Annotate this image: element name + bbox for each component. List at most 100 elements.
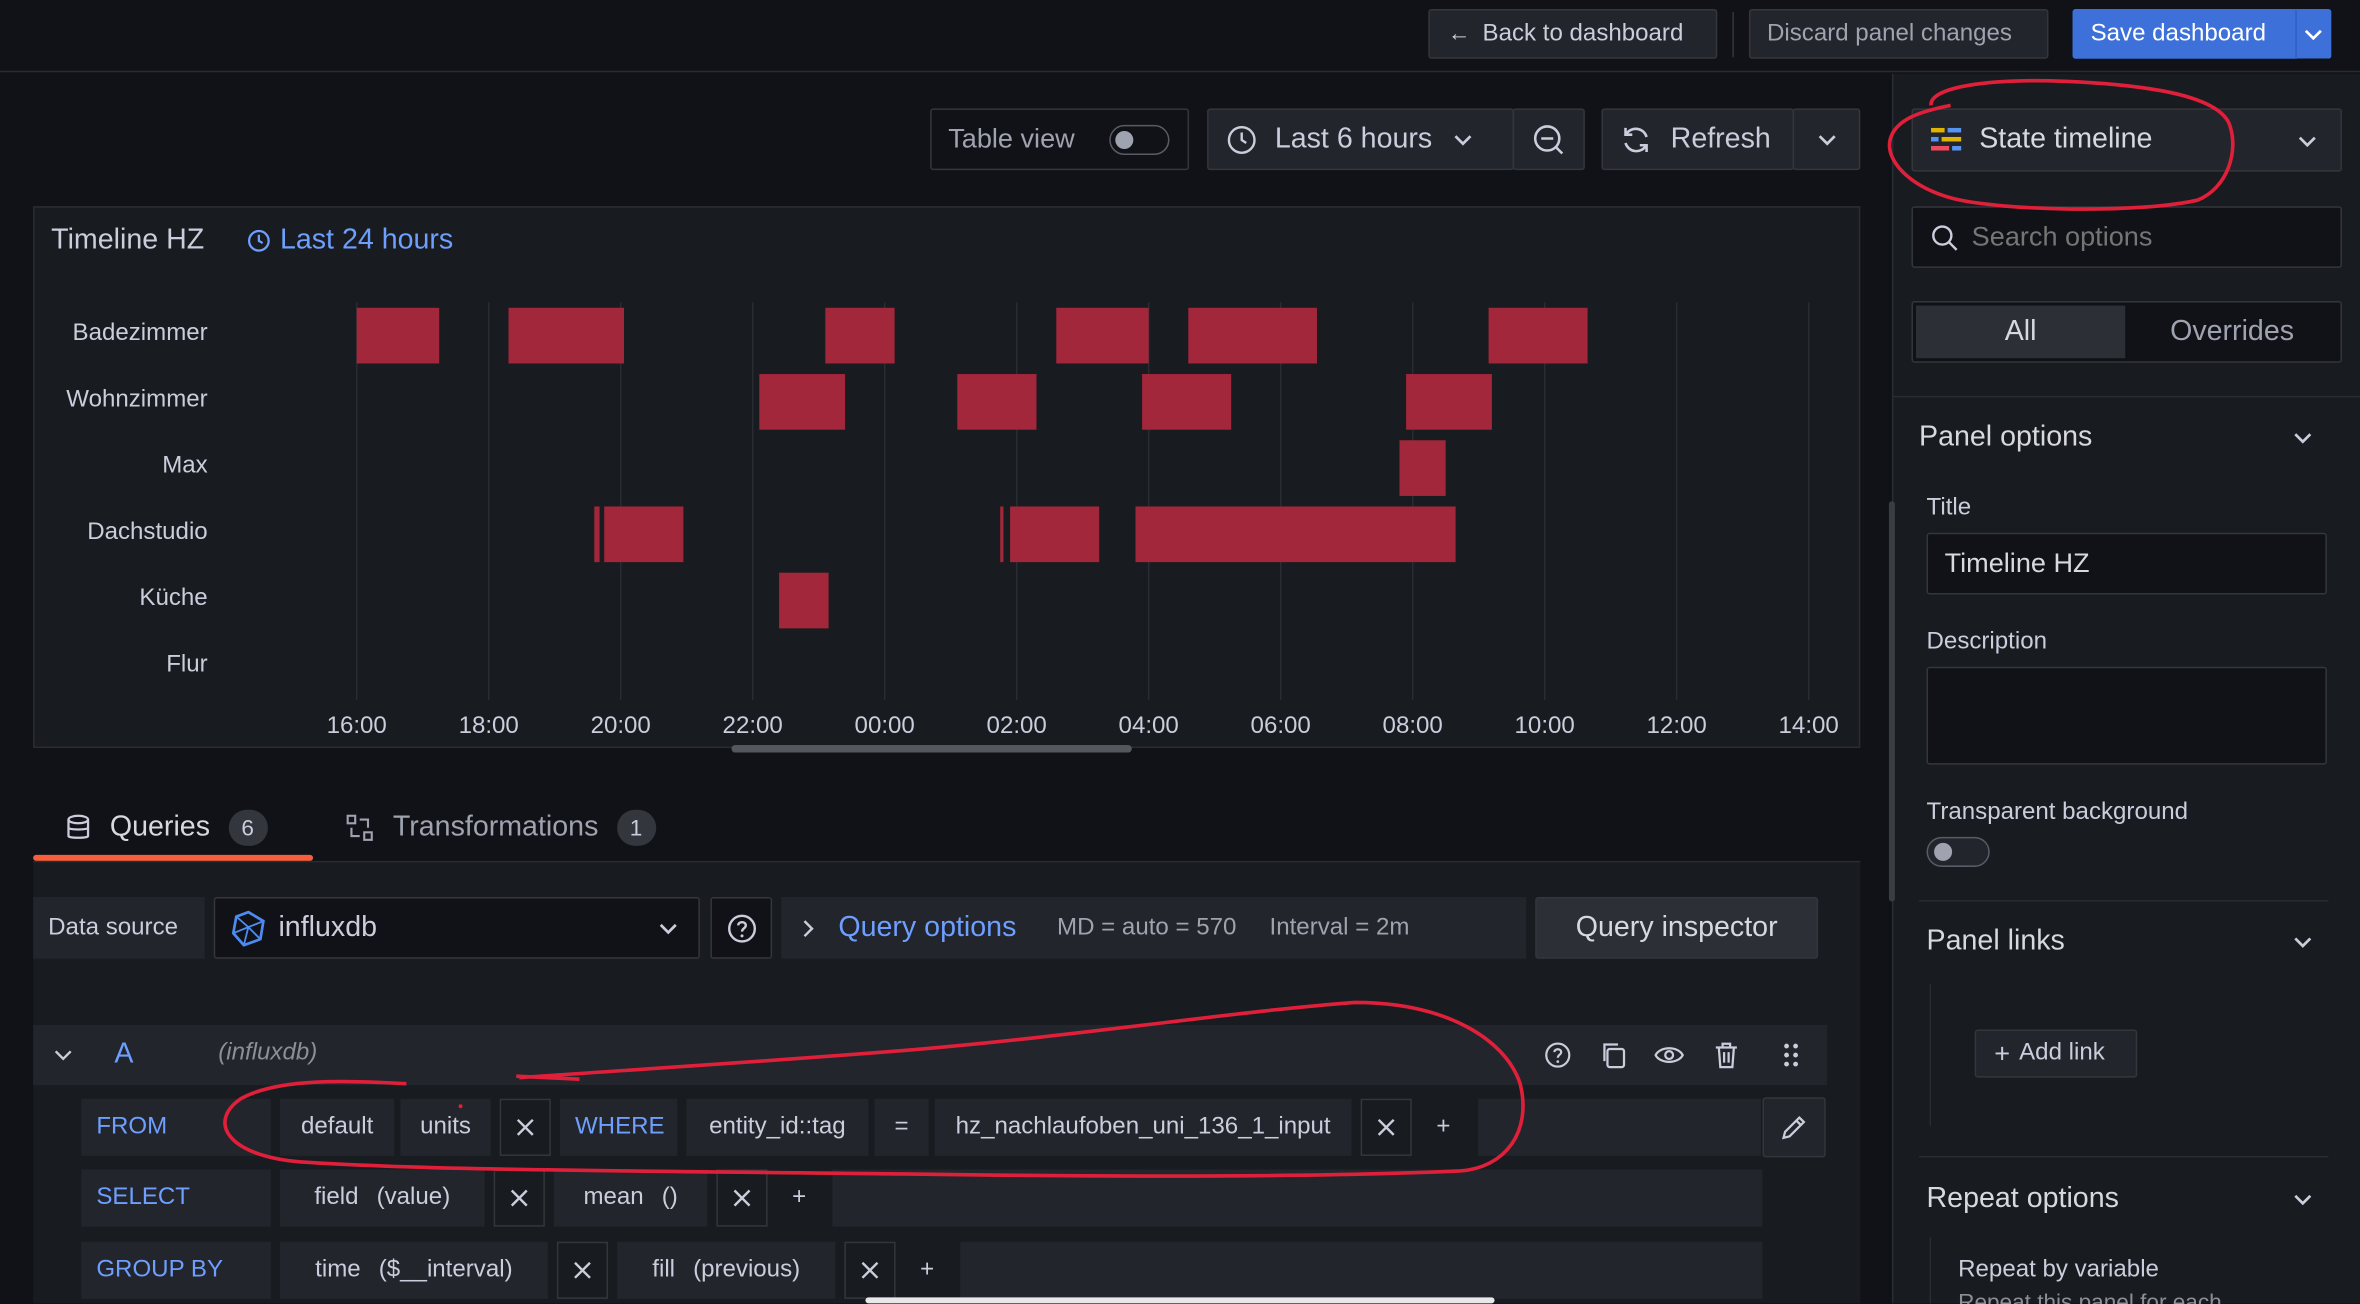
- tab-queries[interactable]: Queries 6: [33, 795, 314, 861]
- state-bar[interactable]: [1000, 506, 1004, 563]
- query-ref-id[interactable]: A: [114, 1039, 133, 1072]
- panel-options-header[interactable]: Panel options: [1919, 418, 2325, 457]
- state-bar[interactable]: [1142, 374, 1232, 430]
- select-field-segment[interactable]: field (value): [279, 1169, 485, 1227]
- remove-measurement-button[interactable]: [499, 1098, 551, 1156]
- add-groupby-button[interactable]: +: [905, 1242, 950, 1299]
- datasource-help-button[interactable]: [710, 897, 773, 959]
- close-icon: [574, 1261, 591, 1279]
- from-measurement-segment[interactable]: units: [400, 1098, 491, 1156]
- help-circle-icon[interactable]: [1544, 1042, 1571, 1069]
- eye-icon[interactable]: [1654, 1045, 1684, 1066]
- collapse-chevron-icon[interactable]: [54, 1049, 72, 1061]
- remove-function-button[interactable]: [716, 1169, 768, 1227]
- transparent-background-toggle[interactable]: [1926, 836, 1990, 867]
- back-to-dashboard-button[interactable]: ← Back to dashboard: [1428, 9, 1718, 59]
- where-value-segment[interactable]: hz_nachlaufoben_uni_136_1_input: [934, 1098, 1352, 1156]
- add-link-button[interactable]: + Add link: [1974, 1029, 2138, 1078]
- add-link-label: Add link: [2019, 1040, 2105, 1066]
- zoom-out-icon: [1533, 124, 1564, 154]
- time-range-picker[interactable]: Last 6 hours: [1207, 108, 1515, 171]
- toggle-switch[interactable]: [1109, 124, 1170, 156]
- state-bar[interactable]: [1056, 307, 1149, 364]
- chevron-right-icon: [803, 919, 814, 937]
- groupby-time-segment[interactable]: time ($__interval): [279, 1241, 548, 1299]
- state-bar[interactable]: [825, 307, 895, 364]
- from-database-segment[interactable]: default: [279, 1098, 395, 1156]
- repeat-options-header[interactable]: Repeat options: [1927, 1180, 2326, 1219]
- state-bar[interactable]: [1488, 307, 1588, 364]
- title-input[interactable]: [1926, 532, 2327, 595]
- tab-overrides-label: Overrides: [2170, 315, 2295, 347]
- from-row-filler: [1478, 1098, 1761, 1156]
- datasource-picker[interactable]: influxdb: [213, 897, 700, 959]
- description-textarea[interactable]: [1926, 666, 2327, 765]
- query-inspector-button[interactable]: Query inspector: [1535, 897, 1819, 959]
- zoom-out-button[interactable]: [1512, 108, 1585, 171]
- state-bar[interactable]: [1399, 440, 1446, 496]
- trash-icon[interactable]: [1714, 1042, 1738, 1069]
- state-bar[interactable]: [759, 374, 846, 430]
- state-bar[interactable]: [356, 307, 440, 364]
- tab-transformations[interactable]: Transformations 1: [346, 795, 692, 861]
- x-tick-label: 00:00: [855, 712, 915, 739]
- table-view-toggle[interactable]: Table view: [930, 108, 1190, 171]
- options-scrollbar[interactable]: [1888, 501, 1895, 902]
- save-options-dropdown[interactable]: [2295, 9, 2332, 59]
- horizontal-scrollbar[interactable]: [731, 745, 1132, 753]
- drag-handle-icon[interactable]: [1782, 1042, 1800, 1069]
- select-function-name: mean: [583, 1184, 644, 1211]
- where-key-segment[interactable]: entity_id::tag: [686, 1098, 869, 1156]
- state-bar[interactable]: [1010, 506, 1100, 563]
- chevron-down-icon: [2294, 937, 2312, 948]
- x-tick-label: 08:00: [1383, 712, 1443, 739]
- state-bar[interactable]: [957, 374, 1037, 430]
- query-options-label: Query options: [838, 911, 1017, 943]
- row-label: Flur: [166, 650, 207, 677]
- datasource-label-text: Data source: [48, 914, 179, 940]
- x-tick-label: 22:00: [723, 712, 783, 739]
- query-options-bar[interactable]: Query options MD = auto = 570 Interval =…: [781, 897, 1527, 959]
- tab-overrides[interactable]: Overrides: [2127, 306, 2338, 359]
- save-dashboard-button[interactable]: Save dashboard: [2072, 9, 2297, 59]
- groupby-fill-name: fill: [652, 1256, 676, 1283]
- visualization-picker[interactable]: State timeline: [1911, 108, 2342, 172]
- search-options-input[interactable]: [1971, 221, 2318, 253]
- state-bar[interactable]: [604, 506, 684, 563]
- influxdb-logo-icon: [231, 909, 265, 946]
- state-bar[interactable]: [779, 572, 829, 629]
- state-bar[interactable]: [1406, 374, 1492, 430]
- select-function-segment[interactable]: mean (): [553, 1169, 708, 1227]
- copy-icon[interactable]: [1600, 1042, 1627, 1069]
- add-select-button[interactable]: +: [777, 1169, 822, 1226]
- row-label: Badezimmer: [73, 319, 208, 346]
- where-operator-segment[interactable]: =: [874, 1098, 929, 1156]
- state-bar[interactable]: [1135, 506, 1456, 563]
- state-bar[interactable]: [594, 506, 600, 563]
- panel-links-header[interactable]: Panel links: [1927, 923, 2326, 962]
- state-bar[interactable]: [508, 307, 625, 364]
- search-options-field[interactable]: [1911, 206, 2342, 268]
- state-bar[interactable]: [1188, 307, 1317, 364]
- tab-all[interactable]: All: [1915, 305, 2126, 359]
- groupby-fill-segment[interactable]: fill (previous): [617, 1241, 836, 1299]
- chevron-down-icon: [2294, 433, 2312, 444]
- x-tick-label: 04:00: [1119, 712, 1179, 739]
- select-field-name: field: [314, 1184, 359, 1211]
- query-ref-datasource: (influxdb): [218, 1040, 318, 1066]
- chevron-down-icon: [2304, 29, 2322, 40]
- close-icon: [861, 1261, 879, 1279]
- discard-panel-changes-button[interactable]: Discard panel changes: [1748, 9, 2049, 59]
- remove-fill-button[interactable]: [844, 1241, 896, 1299]
- remove-where-button[interactable]: [1360, 1098, 1412, 1156]
- refresh-interval-dropdown[interactable]: [1792, 108, 1861, 171]
- title-label: Title: [1926, 495, 1972, 521]
- state-timeline-chart: 16:00 18:00 20:00 22:00 00:00 02:00 04:00 06:00…: [66, 302, 1839, 739]
- close-icon: [733, 1189, 751, 1207]
- refresh-button[interactable]: Refresh: [1601, 108, 1795, 171]
- remove-groupby-time-button[interactable]: [556, 1241, 609, 1299]
- add-where-button[interactable]: +: [1421, 1099, 1466, 1156]
- remove-field-button[interactable]: [493, 1169, 545, 1227]
- repeat-indent-line: [1929, 1237, 1932, 1304]
- edit-raw-query-button[interactable]: [1762, 1097, 1826, 1158]
